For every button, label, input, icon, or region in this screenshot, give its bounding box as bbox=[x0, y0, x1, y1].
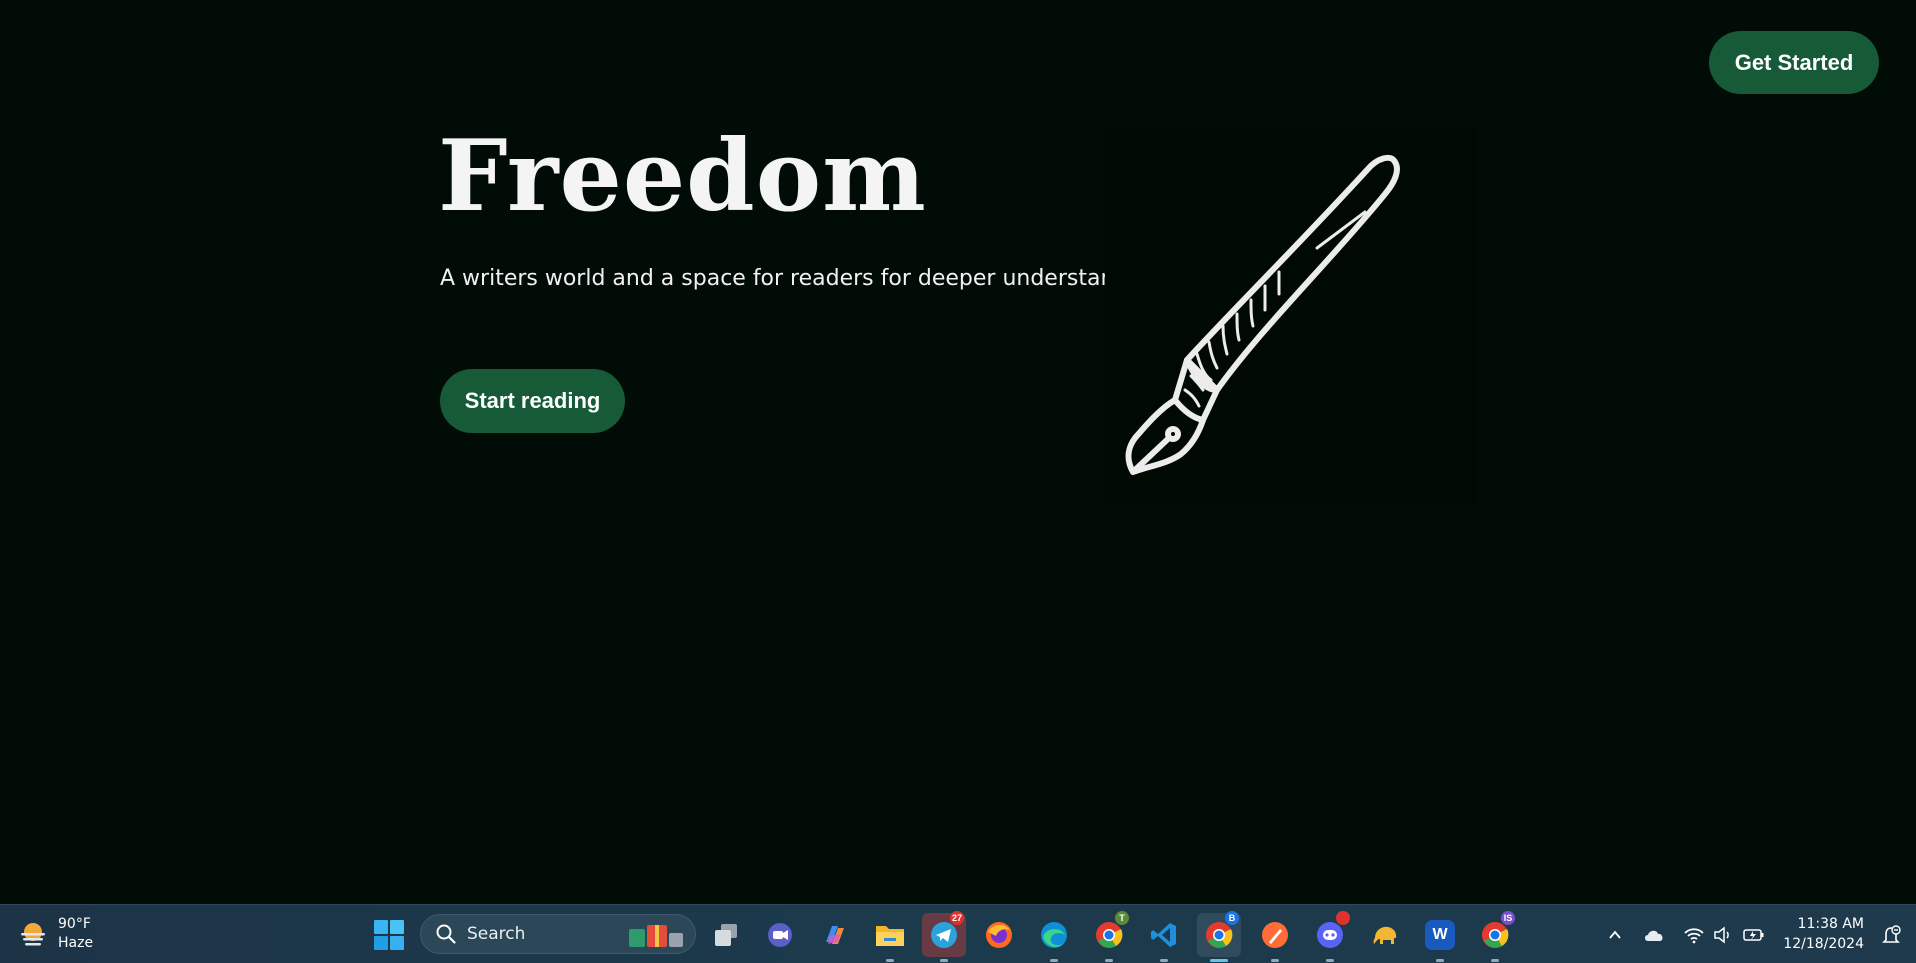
tableplus-app[interactable] bbox=[1363, 913, 1407, 957]
battery-charging-icon bbox=[1743, 929, 1764, 941]
battery-tray[interactable] bbox=[1741, 923, 1767, 947]
fountain-pen-icon bbox=[1125, 154, 1400, 475]
gift-decoration-icon bbox=[629, 925, 683, 947]
elephant-icon bbox=[1373, 926, 1397, 944]
running-indicator bbox=[1436, 959, 1444, 962]
notification-badge: 27 bbox=[950, 911, 964, 925]
running-indicator bbox=[886, 959, 894, 962]
running-indicator bbox=[1491, 959, 1499, 962]
discord-app[interactable] bbox=[1308, 911, 1352, 962]
search-label: Search bbox=[467, 924, 526, 944]
word-app[interactable]: W bbox=[1418, 913, 1462, 962]
running-indicator bbox=[1105, 959, 1113, 962]
word-icon: W bbox=[1425, 920, 1455, 950]
clock-time: 11:38 AM bbox=[1797, 916, 1864, 932]
hero-subtitle: A writers world and a space for readers … bbox=[440, 266, 1170, 291]
postman-app[interactable] bbox=[1253, 913, 1297, 962]
active-indicator bbox=[1210, 959, 1228, 962]
chevron-up-icon bbox=[1609, 930, 1621, 939]
onedrive-tray[interactable] bbox=[1641, 923, 1667, 947]
firefox-icon bbox=[986, 922, 1012, 948]
running-indicator bbox=[1160, 959, 1168, 962]
video-chat-icon bbox=[768, 923, 792, 947]
running-indicator bbox=[1326, 959, 1334, 962]
file-explorer-app[interactable] bbox=[868, 913, 912, 962]
taskbar-clock[interactable]: 11:38 AM 12/18/2024 bbox=[1783, 914, 1864, 954]
profile-badge: IS bbox=[1501, 911, 1515, 925]
show-hidden-icons-button[interactable] bbox=[1602, 923, 1628, 947]
cloud-icon bbox=[1645, 930, 1663, 941]
get-started-button[interactable]: Get Started bbox=[1709, 31, 1879, 94]
notifications-button[interactable] bbox=[1880, 924, 1902, 946]
vscode-icon bbox=[1151, 923, 1176, 947]
clock-date: 12/18/2024 bbox=[1783, 936, 1864, 952]
edge-app[interactable] bbox=[1032, 913, 1076, 962]
copilot-icon bbox=[826, 926, 844, 944]
running-indicator bbox=[940, 959, 948, 962]
landing-page: Get Started Freedom A writers world and … bbox=[0, 0, 1916, 904]
windows-start-button[interactable] bbox=[372, 918, 406, 952]
start-reading-button[interactable]: Start reading bbox=[440, 369, 625, 433]
hero-title: Freedom bbox=[438, 119, 927, 234]
speaker-icon bbox=[1714, 926, 1729, 944]
hero-illustration bbox=[1105, 128, 1477, 503]
weather-widget[interactable]: 90°F Haze bbox=[18, 915, 93, 953]
profile-badge: T bbox=[1115, 911, 1129, 925]
task-view-icon bbox=[715, 924, 737, 946]
wifi-icon bbox=[1684, 928, 1704, 944]
copilot-app[interactable] bbox=[813, 913, 857, 957]
haze-sun-icon bbox=[18, 919, 48, 949]
teams-meet-app[interactable] bbox=[758, 913, 802, 957]
chrome-profile-t-app[interactable]: T bbox=[1087, 911, 1131, 962]
volume-tray[interactable] bbox=[1710, 923, 1736, 947]
task-view-button[interactable] bbox=[704, 913, 748, 957]
wifi-tray[interactable] bbox=[1681, 923, 1707, 947]
edge-icon bbox=[1041, 922, 1067, 948]
notification-dot bbox=[1336, 911, 1350, 925]
weather-temperature: 90°F bbox=[58, 916, 91, 932]
running-indicator bbox=[1050, 959, 1058, 962]
folder-icon bbox=[876, 926, 904, 946]
telegram-app[interactable]: 27 bbox=[922, 911, 966, 962]
windows-taskbar: 90°F Haze Search 27 T B W IS 11:38 AM 12… bbox=[0, 904, 1916, 963]
bell-dnd-icon bbox=[1882, 925, 1901, 943]
search-icon bbox=[436, 924, 456, 944]
running-indicator bbox=[1271, 959, 1279, 962]
firefox-app[interactable] bbox=[977, 913, 1021, 957]
weather-condition: Haze bbox=[58, 935, 94, 951]
chrome-profile-is-app[interactable]: IS bbox=[1473, 911, 1517, 962]
profile-badge: B bbox=[1225, 911, 1239, 925]
vscode-app[interactable] bbox=[1142, 913, 1186, 962]
postman-icon bbox=[1262, 922, 1288, 948]
taskbar-search-box[interactable]: Search bbox=[420, 914, 696, 954]
chrome-profile-b-app[interactable]: B bbox=[1197, 911, 1241, 962]
windows-logo-icon bbox=[374, 920, 404, 950]
